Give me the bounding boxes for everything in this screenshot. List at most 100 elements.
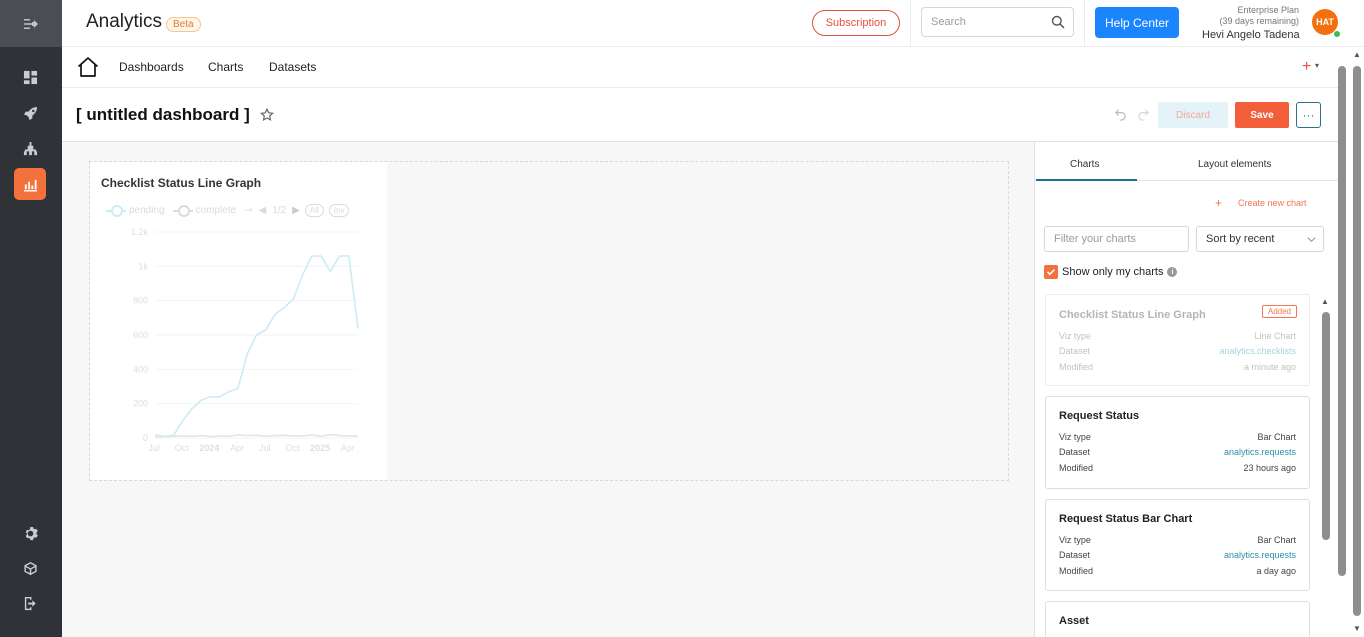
sort-select-value: Sort by recent (1206, 233, 1275, 245)
tab-charts[interactable]: Charts (1070, 159, 1099, 170)
nav-datasets[interactable]: Datasets (269, 60, 316, 74)
legend-prev-icon[interactable]: ◀ (259, 205, 267, 216)
page-scroll-down-arrow[interactable]: ▼ (1353, 624, 1361, 633)
subscription-button[interactable]: Subscription (812, 10, 900, 36)
user-name[interactable]: Hevi Angelo Tadena (1202, 29, 1300, 41)
viz-type-value: Bar Chart (1257, 535, 1296, 545)
tab-layout-elements[interactable]: Layout elements (1198, 159, 1271, 170)
chart-card[interactable]: Checklist Status Line Graph pending comp… (90, 162, 387, 480)
x-tick-label: Jul (259, 443, 271, 453)
dataset-row: Dataset analytics.checklists (1059, 346, 1296, 356)
create-new-chart-label: Create new chart (1238, 198, 1307, 208)
modified-value: a day ago (1256, 566, 1296, 576)
modified-value: 23 hours ago (1243, 463, 1296, 473)
legend-next-icon[interactable]: ▶ (292, 205, 300, 216)
sidebar-item-analytics[interactable] (14, 168, 46, 200)
modified-key: Modified (1059, 362, 1094, 372)
chart-list-item-title: Asset (1059, 615, 1089, 627)
page-scroll-up-arrow[interactable]: ▲ (1353, 50, 1361, 59)
panel-scroll-up-arrow[interactable]: ▲ (1321, 297, 1329, 306)
sort-select[interactable]: Sort by recent (1196, 226, 1324, 252)
more-options-button[interactable]: ··· (1296, 102, 1321, 128)
y-tick-label: 1.2k (131, 227, 149, 237)
search-input[interactable] (922, 8, 1042, 36)
beta-badge: Beta (166, 17, 201, 32)
viz-type-key: Viz type (1059, 331, 1091, 341)
y-tick-label: 400 (133, 364, 148, 374)
modified-key: Modified (1059, 463, 1094, 473)
search-icon[interactable] (1051, 15, 1065, 29)
cube-icon (23, 561, 37, 575)
show-only-my-charts-checkbox[interactable] (1044, 265, 1058, 279)
left-sidebar (0, 0, 62, 637)
nav-bar: Dashboards Charts Datasets + ▾ (62, 47, 1338, 88)
app-title: Analytics (86, 11, 163, 32)
sidebar-item-packages[interactable] (14, 552, 46, 584)
dataset-link[interactable]: analytics.checklists (1219, 346, 1296, 356)
show-only-my-charts[interactable]: Show only my charts i (1044, 265, 1178, 279)
viz-type-row: Viz type Bar Chart (1059, 432, 1296, 442)
legend-label: pending (129, 204, 165, 216)
dataset-row: Dataset analytics.requests (1059, 550, 1296, 560)
sidebar-item-dashboards[interactable] (14, 61, 46, 93)
viz-type-key: Viz type (1059, 535, 1091, 545)
plan-remaining: (39 days remaining) (1219, 16, 1299, 26)
plus-icon[interactable]: + (1302, 58, 1311, 76)
modified-row: Modified 23 hours ago (1059, 463, 1296, 473)
legend-pending[interactable]: pending (106, 204, 165, 217)
sidebar-item-hierarchy[interactable] (14, 132, 46, 164)
search-box[interactable] (921, 7, 1074, 37)
panel-scrollbar-thumb[interactable] (1322, 312, 1330, 540)
undo-icon[interactable] (1114, 108, 1127, 121)
dataset-row: Dataset analytics.requests (1059, 447, 1296, 457)
legend-label: complete (195, 204, 237, 216)
dashboard-header: [ untitled dashboard ] Discard Save ··· (62, 88, 1338, 142)
bar-chart-icon (23, 179, 37, 192)
x-tick-label: 2024 (199, 443, 219, 453)
info-icon[interactable]: i (1167, 267, 1178, 277)
sidebar-item-rocket[interactable] (14, 97, 46, 129)
dataset-link[interactable]: analytics.requests (1224, 550, 1296, 560)
help-center-button[interactable]: Help Center (1095, 7, 1179, 38)
sidebar-item-logout[interactable] (14, 587, 46, 619)
viz-type-value: Bar Chart (1257, 432, 1296, 442)
modified-row: Modified a day ago (1059, 566, 1296, 576)
save-button[interactable]: Save (1235, 102, 1289, 128)
sidebar-item-settings[interactable] (14, 517, 46, 549)
chart-list-item[interactable]: Request Status Viz type Bar Chart Dataset… (1045, 396, 1310, 489)
create-new-chart-button[interactable]: + Create new chart (1215, 196, 1307, 210)
expand-icon (24, 18, 38, 29)
nav-charts[interactable]: Charts (208, 60, 243, 74)
discard-button[interactable]: Discard (1158, 102, 1228, 128)
home-icon[interactable] (76, 55, 100, 79)
chart-legend: pending complete ⊸ ◀ 1/2 ▶ All Inv (106, 203, 350, 217)
legend-all-button[interactable]: All (304, 203, 324, 217)
redo-icon[interactable] (1137, 108, 1150, 121)
chart-card-title: Checklist Status Line Graph (101, 176, 262, 190)
y-tick-label: 200 (133, 399, 148, 409)
legend-invert-button[interactable]: Inv (328, 203, 350, 217)
caret-down-icon[interactable]: ▾ (1315, 61, 1319, 70)
dataset-link[interactable]: analytics.requests (1224, 447, 1296, 457)
sidebar-toggle-button[interactable] (0, 0, 62, 47)
dataset-key: Dataset (1059, 346, 1091, 356)
legend-page: 1/2 (272, 204, 287, 216)
chart-list-item-title: Request Status (1059, 410, 1140, 422)
legend-complete[interactable]: complete (172, 204, 237, 217)
chart-list-item[interactable]: Checklist Status Line Graph Added Viz ty… (1045, 294, 1310, 386)
dashboard-title[interactable]: [ untitled dashboard ] (76, 105, 250, 125)
y-tick-label: 0 (143, 433, 148, 443)
page-scrollbar-thumb[interactable] (1353, 66, 1361, 616)
modified-value: a minute ago (1243, 362, 1296, 372)
star-icon[interactable] (260, 108, 274, 122)
chart-list-item[interactable]: Asset (1045, 601, 1310, 637)
nav-dashboards[interactable]: Dashboards (119, 60, 184, 74)
sidebar-scrollbar-thumb[interactable] (1338, 66, 1346, 576)
y-tick-label: 800 (133, 296, 148, 306)
chart-list-item-title: Request Status Bar Chart (1059, 513, 1193, 525)
online-status-dot (1333, 30, 1341, 38)
chart-list-item[interactable]: Request Status Bar Chart Viz type Bar Cha… (1045, 499, 1310, 591)
x-tick-label: Apr (341, 443, 355, 453)
filter-charts-input[interactable] (1044, 226, 1189, 252)
chevron-down-icon (1307, 237, 1316, 243)
